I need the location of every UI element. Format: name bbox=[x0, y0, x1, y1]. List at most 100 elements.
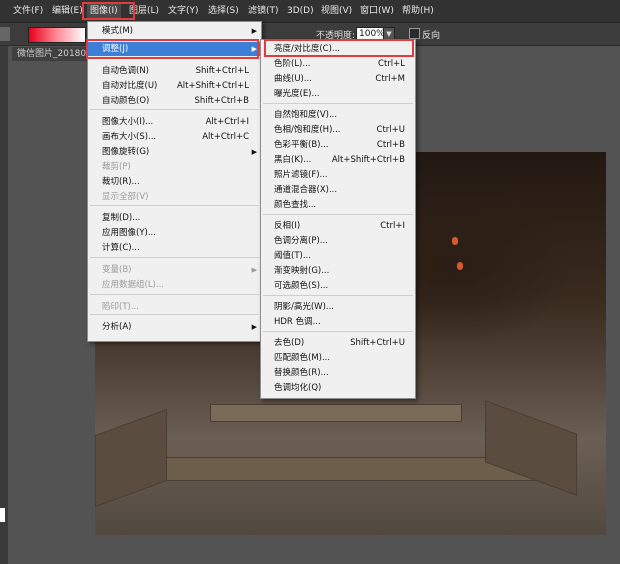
menu-item-label: 自然饱和度(V)... bbox=[274, 110, 338, 120]
menu-help[interactable]: 帮助(H) bbox=[399, 4, 437, 18]
adjust-menu-item[interactable]: 反相(I) Ctrl+I bbox=[261, 219, 415, 233]
menu-item-label: 色调分离(P)... bbox=[274, 236, 328, 246]
adjust-menu-item[interactable]: 色相/饱和度(H)... Ctrl+U bbox=[261, 123, 415, 137]
adjust-menu-item[interactable]: 照片滤镜(F)... bbox=[261, 168, 415, 182]
image-menu-item[interactable]: 计算(C)... bbox=[88, 241, 261, 255]
menu-item-label: 色彩平衡(B)... bbox=[274, 140, 329, 150]
menu-item-shortcut: Alt+Ctrl+C bbox=[202, 132, 249, 142]
gradient-swatch[interactable] bbox=[28, 27, 86, 43]
menu-edit[interactable]: 编辑(E) bbox=[49, 4, 86, 18]
image-menu-item[interactable]: 裁切(R)... bbox=[88, 175, 261, 189]
adjust-menu-item[interactable]: 色阶(L)... Ctrl+L bbox=[261, 57, 415, 71]
adjust-submenu: 亮度/对比度(C)... 色阶(L)... Ctrl+L 曲线(U)... Ctrl+M… bbox=[260, 39, 416, 399]
menu-type[interactable]: 文字(Y) bbox=[165, 4, 202, 18]
menu-item-shortcut: Ctrl+U bbox=[376, 125, 405, 135]
menu-separator bbox=[263, 214, 413, 215]
adjust-menu-item[interactable]: 可选颜色(S)... bbox=[261, 279, 415, 293]
menu-item-label: 模式(M) bbox=[102, 26, 133, 36]
menu-select[interactable]: 选择(S) bbox=[205, 4, 242, 18]
adjust-menu-item[interactable]: HDR 色调... bbox=[261, 315, 415, 329]
menu-item-shortcut: Alt+Shift+Ctrl+B bbox=[331, 155, 405, 165]
menu-item-label: 计算(C)... bbox=[102, 243, 140, 253]
menu-3d[interactable]: 3D(D) bbox=[284, 4, 317, 18]
image-menu-item[interactable]: 图像旋转(G) ▶ bbox=[88, 145, 261, 159]
adjust-menu-item[interactable]: 色彩平衡(B)... Ctrl+B bbox=[261, 138, 415, 152]
image-menu: 模式(M) ▶ 调整(J) ▶ 自动色调(N) Shift+Ctrl+L 自动对比度(U) A… bbox=[87, 21, 262, 342]
submenu-arrow-icon: ▶ bbox=[251, 323, 257, 331]
menu-item-label: 应用图像(Y)... bbox=[102, 228, 156, 238]
menu-item-label: 色阶(L)... bbox=[274, 59, 311, 69]
menu-item-label: 自动颜色(O) bbox=[102, 96, 150, 106]
menu-item-shortcut: Shift+Ctrl+L bbox=[195, 66, 249, 76]
adjust-menu-item[interactable]: 黑白(K)... Alt+Shift+Ctrl+B bbox=[261, 153, 415, 167]
menu-item-label: 图像旋转(G) bbox=[102, 147, 150, 157]
menu-filter[interactable]: 滤镜(T) bbox=[245, 4, 282, 18]
adjust-menu-item[interactable]: 颜色查找... bbox=[261, 198, 415, 212]
adjust-menu-item[interactable]: 色调均化(Q) bbox=[261, 381, 415, 395]
menu-view[interactable]: 视图(V) bbox=[318, 4, 355, 18]
adjust-menu-item[interactable]: 匹配颜色(M)... bbox=[261, 351, 415, 365]
menu-item-label: 通道混合器(X)... bbox=[274, 185, 338, 195]
menu-item-label: 画布大小(S)... bbox=[102, 132, 157, 142]
menu-separator bbox=[263, 103, 413, 104]
menu-item-label: 曲线(U)... bbox=[274, 74, 312, 84]
menu-separator bbox=[90, 109, 259, 110]
menu-window[interactable]: 窗口(W) bbox=[357, 4, 397, 18]
menu-item-shortcut: Alt+Shift+Ctrl+L bbox=[176, 81, 249, 91]
adjust-menu-item[interactable]: 替换颜色(R)... bbox=[261, 366, 415, 380]
image-menu-item[interactable]: 自动色调(N) Shift+Ctrl+L bbox=[88, 64, 261, 78]
menu-item-label: 反相(I) bbox=[274, 221, 301, 231]
image-menu-item[interactable]: 模式(M) ▶ bbox=[88, 24, 261, 38]
adjust-menu-item[interactable]: 曝光度(E)... bbox=[261, 87, 415, 101]
menu-item-shortcut: Shift+Ctrl+U bbox=[350, 338, 405, 348]
submenu-arrow-icon: ▶ bbox=[251, 148, 257, 156]
menu-item-shortcut: Alt+Ctrl+I bbox=[205, 117, 249, 127]
submenu-arrow-icon: ▶ bbox=[251, 27, 257, 35]
photo-plank bbox=[485, 400, 577, 496]
image-menu-item[interactable]: 画布大小(S)... Alt+Ctrl+C bbox=[88, 130, 261, 144]
menu-item-label: 颜色查找... bbox=[274, 200, 317, 210]
annotation-box-image-menu bbox=[82, 2, 135, 20]
image-menu-item[interactable]: 应用图像(Y)... bbox=[88, 226, 261, 240]
menu-separator bbox=[90, 294, 259, 295]
photo-plank bbox=[95, 408, 167, 508]
adjust-menu-item[interactable]: 去色(D) Shift+Ctrl+U bbox=[261, 336, 415, 350]
reverse-checkbox[interactable] bbox=[409, 28, 420, 39]
adjust-menu-item[interactable]: 曲线(U)... Ctrl+M bbox=[261, 72, 415, 86]
menu-separator bbox=[263, 295, 413, 296]
menu-separator bbox=[90, 257, 259, 258]
menu-separator bbox=[90, 205, 259, 206]
photo-plank bbox=[210, 404, 462, 422]
adjust-menu-item[interactable]: 自然饱和度(V)... bbox=[261, 108, 415, 122]
document-tab[interactable]: 微信图片_201803 bbox=[12, 47, 97, 61]
tool-preset-icon[interactable] bbox=[0, 27, 10, 41]
menu-item-label: 复制(D)... bbox=[102, 213, 141, 223]
adjust-menu-item[interactable]: 渐变映射(G)... bbox=[261, 264, 415, 278]
photo-lantern bbox=[457, 262, 463, 270]
menu-item-label: 渐变映射(G)... bbox=[274, 266, 330, 276]
menu-item-label: 裁切(R)... bbox=[102, 177, 140, 187]
menu-item-label: 图像大小(I)... bbox=[102, 117, 154, 127]
foreground-color-icon[interactable] bbox=[0, 508, 5, 522]
menu-item-label: 阈值(T)... bbox=[274, 251, 311, 261]
image-menu-item[interactable]: 自动对比度(U) Alt+Shift+Ctrl+L bbox=[88, 79, 261, 93]
menu-item-label: 陷印(T)... bbox=[102, 302, 139, 312]
menu-item-label: 去色(D) bbox=[274, 338, 305, 348]
image-menu-item[interactable]: 图像大小(I)... Alt+Ctrl+I bbox=[88, 115, 261, 129]
image-menu-item[interactable]: 自动颜色(O) Shift+Ctrl+B bbox=[88, 94, 261, 108]
adjust-menu-item[interactable]: 阴影/高光(W)... bbox=[261, 300, 415, 314]
menu-item-label: 色相/饱和度(H)... bbox=[274, 125, 341, 135]
adjust-menu-item[interactable]: 阈值(T)... bbox=[261, 249, 415, 263]
tools-panel bbox=[0, 46, 8, 564]
adjust-menu-item[interactable]: 通道混合器(X)... bbox=[261, 183, 415, 197]
menu-item-label: 变量(B) bbox=[102, 265, 132, 275]
adjust-menu-item[interactable]: 色调分离(P)... bbox=[261, 234, 415, 248]
annotation-box-adjust bbox=[86, 39, 259, 59]
submenu-arrow-icon: ▶ bbox=[251, 266, 257, 274]
image-menu-item: 裁剪(P) bbox=[88, 160, 261, 174]
menu-item-label: 自动色调(N) bbox=[102, 66, 149, 76]
menu-file[interactable]: 文件(F) bbox=[10, 4, 46, 18]
image-menu-item[interactable]: 复制(D)... bbox=[88, 211, 261, 225]
image-menu-item[interactable]: 分析(A) ▶ bbox=[88, 320, 261, 334]
image-menu-item: 显示全部(V) bbox=[88, 190, 261, 204]
